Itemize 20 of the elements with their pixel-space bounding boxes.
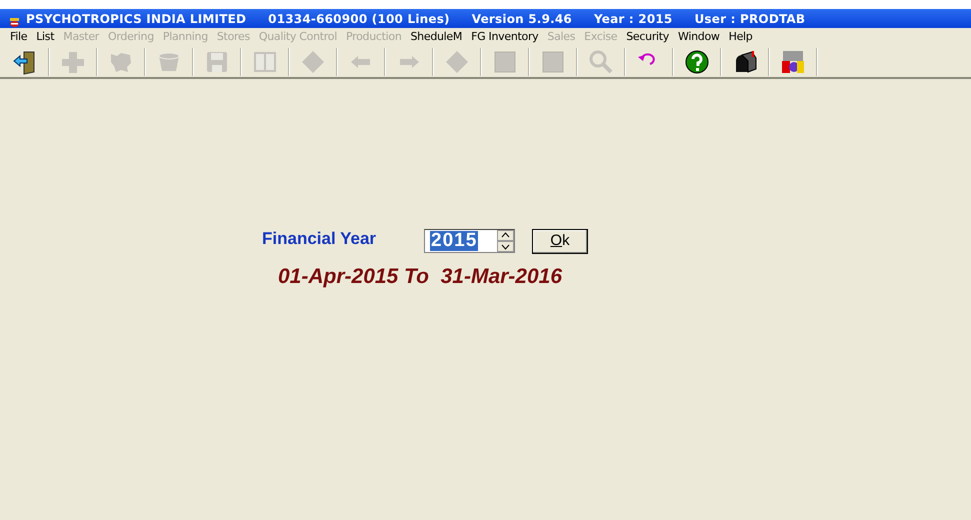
menu-item[interactable]: Security: [622, 28, 674, 46]
menu-item[interactable]: Window: [674, 28, 725, 46]
window-title-text: Version 5.9.46: [472, 10, 572, 28]
menu-item[interactable]: Help: [724, 28, 758, 46]
field-label: Financial Year: [262, 228, 376, 250]
dos-logo-icon[interactable]: [780, 48, 806, 74]
window-title-text: 01334-660900 (100 Lines): [268, 10, 450, 28]
date-range-text: 01-Apr-2015 To 31-Mar-2016: [278, 264, 562, 290]
menu-item[interactable]: List: [32, 28, 60, 46]
spin-down-icon[interactable]: [497, 241, 514, 252]
ok-button[interactable]: Ok: [532, 229, 588, 254]
window-title-text: User : PRODTAB: [694, 10, 806, 28]
menu-item[interactable]: File: [6, 28, 32, 46]
menu-item[interactable]: SheduleM: [406, 28, 468, 46]
spin-up-icon[interactable]: [497, 230, 514, 241]
window-title-text: PSYCHOTROPICS INDIA LIMITED: [26, 10, 246, 28]
help-icon[interactable]: [684, 48, 710, 74]
window-title-text: Year : 2015: [594, 10, 672, 28]
menu-item[interactable]: FG Inventory: [467, 28, 544, 46]
year-spin-field[interactable]: 2015: [424, 229, 515, 253]
